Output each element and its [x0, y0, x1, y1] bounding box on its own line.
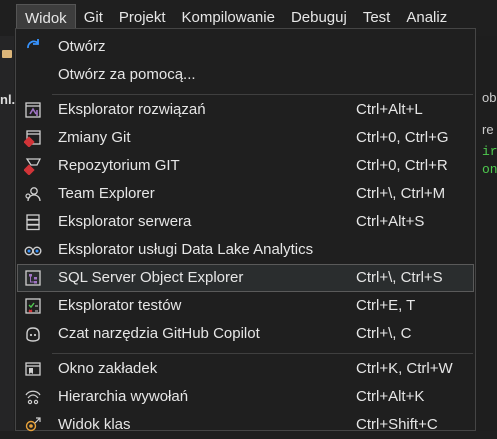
call-hierarchy-icon: [24, 388, 42, 406]
menu-item-label: Hierarchia wywołań: [58, 388, 189, 405]
menu-item-call-hierarchy[interactable]: Hierarchia wywołań Ctrl+Alt+K: [17, 383, 474, 411]
menu-item-solution-explorer[interactable]: Eksplorator rozwiązań Ctrl+Alt+L: [17, 96, 474, 124]
server-explorer-icon: [24, 213, 42, 231]
team-explorer-icon: [24, 185, 42, 203]
menu-item-label: Zmiany Git: [58, 129, 131, 146]
menu-item-label: Team Explorer: [58, 185, 155, 202]
menu-item-shortcut: Ctrl+0, Ctrl+G: [356, 129, 449, 146]
menu-item-shortcut: Ctrl+Alt+K: [356, 388, 425, 405]
git-changes-icon: [24, 129, 42, 147]
menu-item-team-explorer[interactable]: Team Explorer Ctrl+\, Ctrl+M: [17, 180, 474, 208]
menu-item-test-explorer[interactable]: Eksplorator testów Ctrl+E, T: [17, 292, 474, 320]
menu-item-data-lake[interactable]: Eksplorator usługi Data Lake Analytics: [17, 236, 474, 264]
menu-item-label: Otwórz za pomocą...: [58, 66, 196, 83]
menu-item-shortcut: Ctrl+Alt+L: [356, 101, 423, 118]
left-panel-background: nl.: [0, 36, 16, 431]
menu-item-shortcut: Ctrl+E, T: [356, 297, 416, 314]
view-menu-dropdown: Otwórz Otwórz za pomocą... Eksplorator r…: [15, 28, 476, 433]
copilot-icon: [24, 325, 42, 343]
bookmark-window-icon: [24, 360, 42, 378]
open-icon: [24, 38, 42, 56]
data-lake-icon: [24, 241, 42, 259]
menu-item-label: Otwórz: [58, 38, 106, 55]
menu-item-shortcut: Ctrl+\, Ctrl+S: [356, 269, 443, 286]
menu-item-open[interactable]: Otwórz: [17, 33, 474, 61]
menu-item-label: Eksplorator usługi Data Lake Analytics: [58, 241, 314, 258]
menu-item-label: Czat narzędzia GitHub Copilot: [58, 325, 260, 342]
menu-item-copilot-chat[interactable]: Czat narzędzia GitHub Copilot Ctrl+\, C: [17, 320, 474, 348]
menu-item-open-with[interactable]: Otwórz za pomocą...: [17, 61, 474, 89]
code-fragment-2: on: [482, 162, 497, 177]
menu-item-class-view[interactable]: Widok klas Ctrl+Shift+C: [17, 411, 474, 439]
menu-item-label: Eksplorator testów: [58, 297, 182, 314]
menu-item-git-changes[interactable]: Zmiany Git Ctrl+0, Ctrl+G: [17, 124, 474, 152]
git-repository-icon: [24, 157, 42, 175]
right-tab-label-2: re: [482, 122, 494, 137]
menu-separator: [52, 94, 473, 95]
menu-item-sql-object-explorer[interactable]: SQL Server Object Explorer Ctrl+\, Ctrl+…: [17, 264, 474, 292]
menu-item-shortcut: Ctrl+\, C: [356, 325, 412, 342]
menu-item-label: Okno zakładek: [58, 360, 158, 377]
code-fragment: ir: [482, 144, 497, 159]
menu-item-label: Widok klas: [58, 416, 131, 433]
class-view-icon: [24, 416, 42, 434]
menu-item-shortcut: Ctrl+Shift+C: [356, 416, 438, 433]
menu-item-label: SQL Server Object Explorer: [58, 269, 244, 286]
right-editor-background: obi re ir on: [476, 36, 497, 431]
menu-item-label: Eksplorator rozwiązań: [58, 101, 206, 118]
menu-item-bookmark-window[interactable]: Okno zakładek Ctrl+K, Ctrl+W: [17, 355, 474, 383]
folder-icon: [2, 50, 12, 58]
menu-item-shortcut: Ctrl+0, Ctrl+R: [356, 157, 448, 174]
menu-item-label: Eksplorator serwera: [58, 213, 192, 230]
test-explorer-icon: [24, 297, 42, 315]
menu-item-shortcut: Ctrl+K, Ctrl+W: [356, 360, 453, 377]
right-tab-label: obi: [482, 90, 497, 105]
left-tab-label: nl.: [0, 92, 16, 107]
sql-object-explorer-icon: [24, 269, 42, 287]
menu-item-label: Repozytorium GIT: [58, 157, 180, 174]
menu-item-shortcut: Ctrl+\, Ctrl+M: [356, 185, 446, 202]
menu-separator: [52, 353, 473, 354]
solution-explorer-icon: [24, 101, 42, 119]
menu-item-shortcut: Ctrl+Alt+S: [356, 213, 425, 230]
menu-item-server-explorer[interactable]: Eksplorator serwera Ctrl+Alt+S: [17, 208, 474, 236]
menu-item-git-repository[interactable]: Repozytorium GIT Ctrl+0, Ctrl+R: [17, 152, 474, 180]
